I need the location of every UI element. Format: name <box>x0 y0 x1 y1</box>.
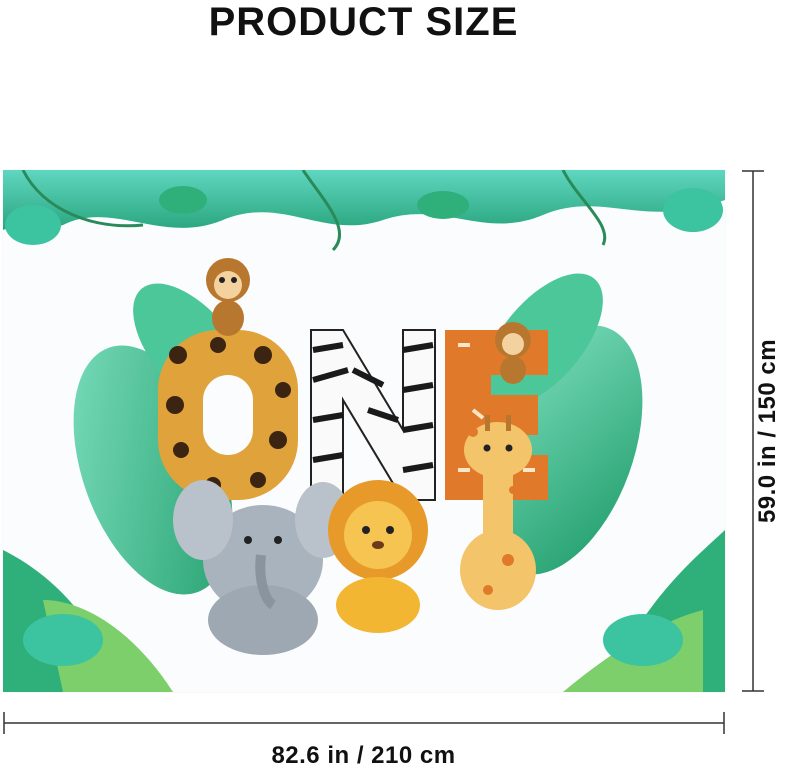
width-dimension-line <box>3 712 725 734</box>
page-title: PRODUCT SIZE <box>208 0 519 44</box>
jungle-one-illustration <box>3 170 725 692</box>
top-leaves <box>3 170 725 252</box>
lion <box>328 480 428 633</box>
backdrop-image <box>3 170 725 692</box>
height-label: 59.0 in / 150 cm <box>754 338 781 524</box>
letter-o <box>158 330 298 500</box>
letter-n <box>310 329 436 501</box>
width-label: 82.6 in / 210 cm <box>271 742 456 769</box>
